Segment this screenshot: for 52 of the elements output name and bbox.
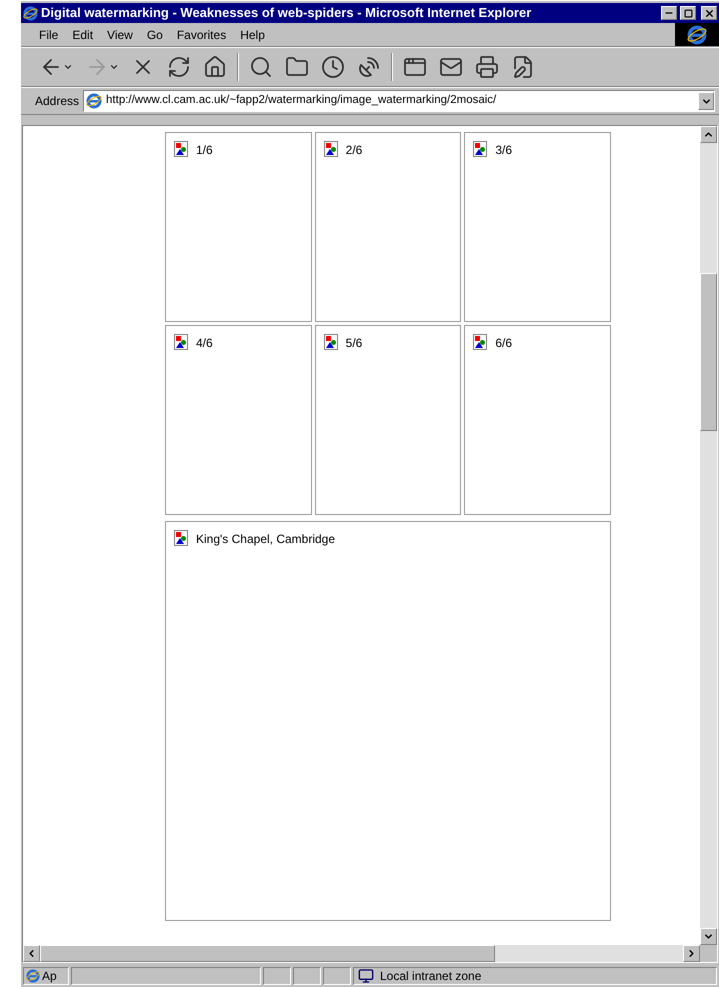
menu-item[interactable]: Favorites: [170, 26, 232, 44]
image-alt-text: 3/6: [495, 142, 512, 159]
broken-image-icon: [174, 141, 188, 157]
dropdown-button[interactable]: [698, 92, 714, 110]
broken-image-icon: [473, 334, 488, 350]
status-panel: [293, 967, 321, 985]
menu-item[interactable]: View: [101, 26, 139, 44]
scroll-thumb[interactable]: [40, 945, 495, 962]
vertical-scrollbar[interactable]: [700, 126, 717, 945]
close-button[interactable]: [701, 6, 717, 20]
address-label: Address: [35, 93, 80, 110]
image-alt-text: 6/6: [495, 335, 512, 352]
broken-image-icon: [473, 141, 488, 157]
window-icon: [403, 55, 427, 79]
menu-item[interactable]: Help: [234, 26, 271, 44]
scroll-thumb[interactable]: [700, 273, 717, 431]
home-icon: [203, 55, 227, 79]
broken-image-icon: [324, 141, 338, 157]
refresh-icon: [167, 55, 191, 79]
image-alt-text: 1/6: [196, 142, 213, 159]
edit-page-icon: [511, 55, 535, 79]
image-alt-text: 4/6: [196, 335, 213, 352]
status-panel: [263, 967, 291, 985]
browser-logo-icon: [23, 6, 38, 20]
browser-logo-icon: [687, 24, 707, 44]
close-icon: [704, 8, 714, 18]
image-alt-text: King's Chapel, Cambridge: [196, 531, 336, 548]
mail-icon: [439, 55, 463, 79]
broken-image-icon: [324, 334, 338, 350]
printer-icon: [475, 55, 499, 79]
window-title: Digital watermarking - Weaknesses of web-spiders - Microsoft Internet Explorer: [41, 4, 532, 22]
broken-image-icon: [174, 334, 188, 350]
status-panel: [323, 967, 351, 985]
caret-icon: [63, 62, 73, 72]
menu-item[interactable]: File: [33, 26, 64, 44]
menu-item[interactable]: Edit: [66, 26, 100, 44]
satellite-dish-icon: [357, 55, 381, 79]
address-field[interactable]: http://www.cl.cam.ac.uk/~fapp2/watermarking/image_watermarking/2mosaic/: [83, 90, 715, 112]
zone-text: Local intranet zone: [380, 968, 482, 985]
menu-item[interactable]: Go: [140, 26, 169, 44]
horizontal-scrollbar[interactable]: [23, 945, 700, 962]
broken-image-icon: [174, 530, 188, 546]
image-alt-text: 5/6: [346, 335, 362, 352]
caret-icon: [109, 62, 119, 72]
search-icon: [249, 55, 273, 79]
clock-icon: [321, 55, 345, 79]
maximize-icon: [684, 8, 692, 18]
image-alt-text: 2/6: [346, 142, 362, 159]
folder-icon: [285, 55, 309, 79]
maximize-button[interactable]: [680, 6, 696, 20]
status-text: Ap: [42, 968, 57, 985]
minimize-button[interactable]: [661, 6, 677, 20]
